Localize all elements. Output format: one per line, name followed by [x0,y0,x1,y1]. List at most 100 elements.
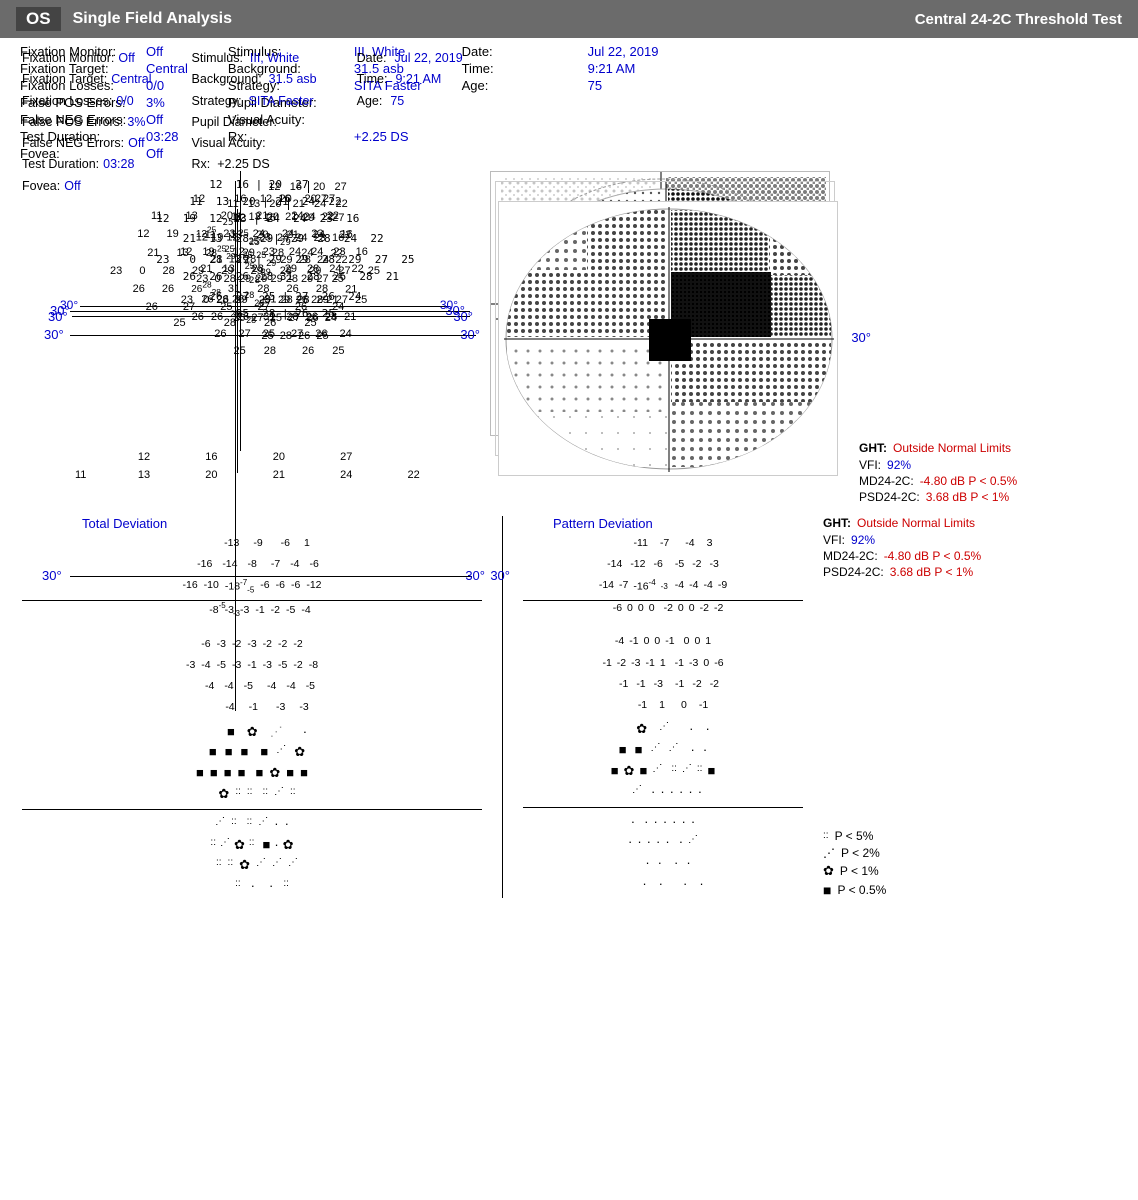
vfi-value: 92% [887,458,911,472]
md-value: -4.80 dB P < 0.5% [920,474,1018,488]
pd-r3: -14-7 -16-4 -3 -4-4-4-9 [523,577,803,595]
td-axis-space [74,281,474,295]
gs-wrapper: 30° [498,201,843,481]
ts-r5: ⋰ :: ::⋰ ·· [22,814,482,835]
td-r5: 23 0 2829 2929 28292725 [74,295,474,306]
total-deviation: Total Deviation -13-9 -61 -16-14-8 -7-4-… [22,516,482,897]
ts-hatch1: ✿ [247,722,258,743]
pd-r6: -1-2 -3-11 -1-30-6 [523,655,803,671]
ts-sq1: ■ [227,722,235,743]
ts-hline [22,809,482,810]
ght-right: GHT: Outside Normal Limits [823,516,1043,530]
pd-r1: -11-7 -43 [523,535,803,551]
td-r2: 111320 212422 [74,230,474,241]
td-r1: 1216 2027 [74,213,474,224]
ght-lbl-r: GHT: [823,516,851,530]
psd-stat: PSD24-2C: 3.68 dB P < 1% [859,490,1079,504]
pi-fov-lbl: Fovea: [22,176,60,197]
pi-fovea: Fovea: Off [22,176,152,197]
strat-val: SITA Faster [249,94,314,108]
md-right: MD24-2C: -4.80 dB P < 0.5% [823,549,1043,563]
right-stats: GHT: Outside Normal Limits VFI: 92% MD24… [823,516,1043,579]
ts-r4: ✿ :::: :: ⋰:: [22,784,482,805]
pi-fl-val: 0/0 [116,91,133,112]
dev-r4: -8 -5 -3 -3 -3-1-2-5-4 [22,602,482,618]
page-info-row: Fixation Monitor: Off Fixation Target: C… [0,38,1138,201]
page-title: Single Field Analysis [73,10,232,28]
date-val-p: Jul 22, 2019 [395,48,463,69]
pi-ft-lbl: Fixation Target: [22,69,107,90]
psd-lbl-r: PSD24-2C: [823,565,884,579]
ps-r1: ✿⋰ ·· [523,719,803,740]
time-lbl-p: Time: [357,69,388,90]
bg-row: Background: 31.5 asb [192,69,317,90]
dev-r5: -6 -3-2-3-2-2-2 [22,636,482,652]
pi-fpos-val: 3% [127,112,145,133]
page-header-left: OS Single Field Analysis [16,7,232,31]
ts-r3: ■■■■ ■✿■■ [22,763,482,784]
ts-dot1: ⋰ [270,722,283,743]
leg-p1-sym: ✿ [823,863,834,879]
pi-fov-val: Off [64,176,80,197]
td-title: Total Deviation [22,516,482,531]
dev-r6: -3-4 -5-3-1 -3-5-2-8 [22,657,482,673]
ps-r3: ■✿ ■ ⋰ :: ⋰ :: ■ [523,761,803,782]
dev-r8: -4-1 -3-3 [22,699,482,715]
leg-p5: :: P < 5% [823,829,1043,843]
pd-r7: -1-1-3 -1-2-2 [523,676,803,692]
ps-r6: ·· ··· · ⋰ [523,832,803,853]
md-label: MD24-2C: [859,474,914,488]
date-p: Date: Jul 22, 2019 [357,48,463,69]
leg-p05-lbl: P < 0.5% [837,883,886,897]
ts-r2: ■■■ ■⋰✿ [22,742,482,763]
td-hline [22,600,482,601]
strat-row: Strategy: SITA Faster [192,91,317,112]
pupil-row-p: Pupil Diameter: [192,112,317,133]
ght-stat: GHT: Outside Normal Limits [859,441,1079,455]
td-r3: 1219 25 12 25 23 24242316 [74,247,474,258]
pi-fm-lbl: Fixation Monitor: [22,48,114,69]
ts-r7: :: ::✿ ⋰ ⋰⋰ [22,855,482,876]
md-val-r: -4.80 dB P < 0.5% [884,549,982,563]
pi-td-val: 03:28 [103,154,134,175]
pd-title: Pattern Deviation [523,516,803,531]
gs-svg [498,201,838,476]
charts-row: 30° 30° 1216 2027 111320 212422 1219 [0,201,1138,504]
full-page: OS Single Field Analysis Central 24-2C T… [0,0,1138,906]
pi-fl-lbl: Fixation Losses: [22,91,112,112]
pd-axis-gap [523,621,803,633]
ght-label: GHT: [859,441,887,455]
vfi-val-r: 92% [851,533,875,547]
pi-fm-val: Off [118,48,134,69]
age-p: Age: 75 [357,91,463,112]
bg-val: 31.5 asb [269,72,317,86]
ght-val-r: Outside Normal Limits [857,516,975,530]
pd-nums: -11-7 -43 -14-12-6 -5-2-3 -14-7 -16-4 -3… [523,535,803,714]
rx-row-p: Rx: +2.25 DS [192,154,317,175]
ts-r1: ■ ✿ ⋰ · [22,722,482,743]
leg-p1: ✿ P < 1% [823,863,1043,879]
deviation-section: Total Deviation -13-9 -61 -16-14-8 -7-4-… [0,508,1138,906]
right-stats-legend: GHT: Outside Normal Limits VFI: 92% MD24… [823,516,1043,898]
leg-p1-lbl: P < 1% [840,864,879,878]
age-lbl-p: Age: [357,91,383,112]
pd-symbols: ✿⋰ ·· ■■ ⋰⋰ ·· ■✿ ■ ⋰ :: ⋰ :: ■ [523,719,803,894]
ps-hline [523,807,803,808]
vfi-lbl-r: VFI: [823,533,845,547]
page-col2: Stimulus: III, White Background: 31.5 as… [192,48,317,197]
md-stat: MD24-2C: -4.80 dB P < 0.5% [859,474,1079,488]
leg-p05-sym: ■ [823,882,831,898]
pi-fpos-lbl: False POS Errors: [22,112,123,133]
vfi-stat: VFI: 92% [859,458,1079,472]
pi-fneg-lbl: False NEG Errors: [22,133,124,154]
page-col3: Date: Jul 22, 2019 Time: 9:21 AM Age: 75 [357,48,463,197]
md-lbl-r: MD24-2C: [823,549,878,563]
leg-p5-lbl: P < 5% [835,829,874,843]
leg-p5-sym: :: [823,830,829,841]
ght-value: Outside Normal Limits [893,441,1011,455]
vfi-label: VFI: [859,458,881,472]
pd-r2: -14-12-6 -5-2-3 [523,556,803,572]
pi-tdur: Test Duration: 03:28 [22,154,152,175]
psd-val-r: 3.68 dB P < 1% [890,565,974,579]
page-header: OS Single Field Analysis Central 24-2C T… [0,0,1138,38]
